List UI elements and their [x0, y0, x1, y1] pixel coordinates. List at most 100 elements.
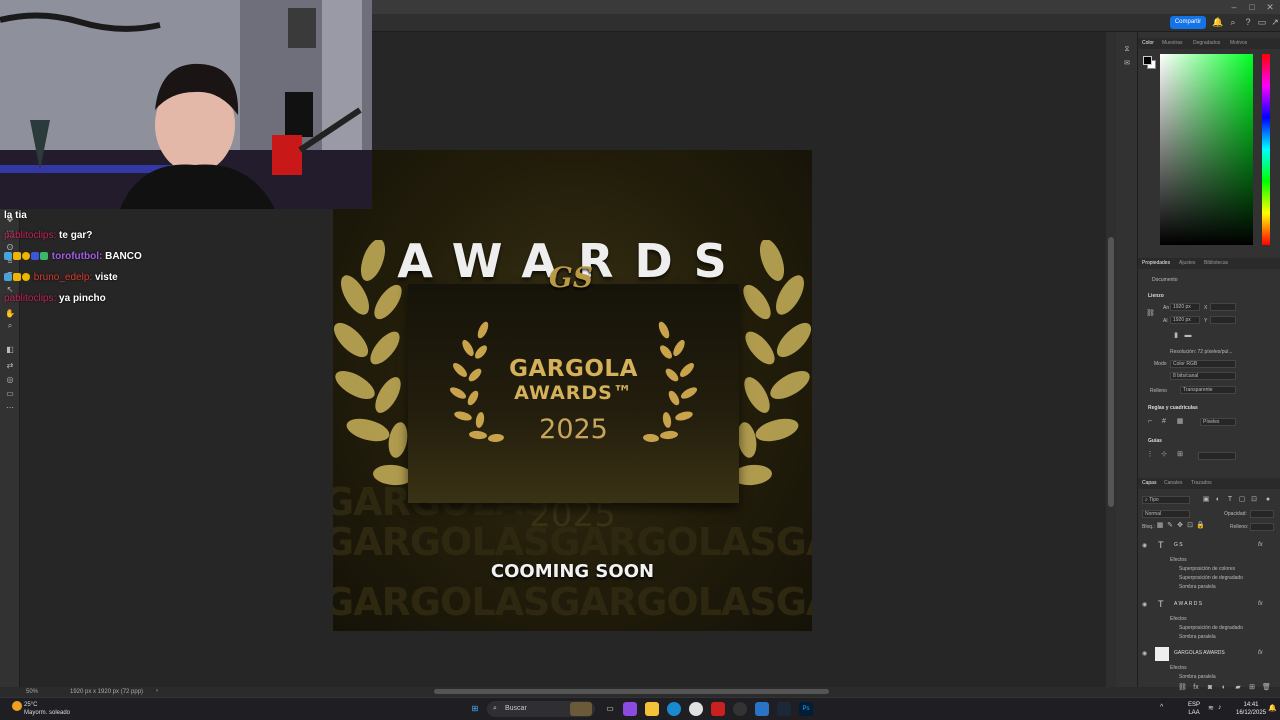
fx-icon[interactable]: fx — [1258, 542, 1263, 548]
minimize-icon[interactable]: – — [1228, 1, 1240, 13]
fx-icon[interactable]: fx — [1258, 650, 1263, 656]
effect-item[interactable]: Superposición de degradado — [1179, 625, 1243, 631]
group-icon[interactable]: ▰ — [1234, 684, 1242, 692]
grid-icon[interactable]: # — [1160, 418, 1168, 426]
network-icon[interactable]: ≋ — [1208, 704, 1214, 712]
mode-select[interactable]: Color RGB — [1170, 360, 1236, 368]
tray-chevron-icon[interactable]: ^ — [1160, 704, 1163, 711]
steam-icon[interactable] — [777, 702, 791, 716]
effects-label[interactable]: Efectos — [1170, 665, 1187, 671]
height-field[interactable]: 1920 px — [1170, 316, 1200, 324]
fx-icon[interactable]: fx — [1258, 601, 1263, 607]
lock-pixels-icon[interactable]: ▦ — [1156, 522, 1164, 530]
layer-row[interactable]: ◉ T A W A R D S fx — [1138, 599, 1272, 611]
effects-label[interactable]: Efectos — [1170, 557, 1187, 563]
windows-start-icon[interactable]: ⊞ — [468, 702, 482, 716]
eye-icon[interactable]: ◉ — [1142, 601, 1147, 608]
chevron-right-icon[interactable]: › — [156, 688, 158, 694]
workspace-icon[interactable]: ▭ — [1257, 17, 1267, 27]
blend-mode-select[interactable]: Normal — [1142, 510, 1190, 518]
weather-icon[interactable] — [12, 701, 22, 711]
extra-tools-icon[interactable]: ⋯ — [4, 403, 16, 413]
search-icon[interactable]: ⌕ — [1228, 17, 1238, 27]
filter-pixel-icon[interactable]: ▣ — [1202, 496, 1210, 504]
portrait-icon[interactable]: ▮ — [1172, 332, 1180, 340]
eye-icon[interactable]: ◉ — [1142, 650, 1147, 657]
filter-toggle-icon[interactable]: ● — [1264, 496, 1272, 504]
effect-item[interactable]: Superposición de colores — [1179, 566, 1235, 572]
effect-item[interactable]: Sombra paralela — [1179, 674, 1216, 680]
color-swatch-icon[interactable]: ◧ — [4, 345, 16, 355]
add-style-icon[interactable]: fx — [1192, 684, 1200, 692]
photoshop-icon[interactable]: Ps — [799, 702, 813, 716]
tab-libraries[interactable]: Bibliotecas — [1204, 260, 1228, 266]
tab-swatches[interactable]: Muestras — [1162, 40, 1183, 46]
rulers-section-title[interactable]: Reglas y cuadrículas — [1148, 405, 1198, 411]
tab-gradients[interactable]: Degradados — [1193, 40, 1220, 46]
guides-section-title[interactable]: Guías — [1148, 438, 1162, 444]
new-layer-icon[interactable]: ⊞ — [1248, 684, 1256, 692]
width-field[interactable]: 1920 px — [1170, 303, 1200, 311]
history-icon[interactable]: ⧖ — [1123, 46, 1131, 54]
eye-icon[interactable]: ◉ — [1142, 542, 1147, 549]
color-picker-field[interactable] — [1160, 54, 1253, 245]
filter-smart-icon[interactable]: ⊡ — [1250, 496, 1258, 504]
tab-adjustments[interactable]: Ajustes — [1179, 260, 1195, 266]
units-select[interactable]: Píxeles — [1200, 418, 1236, 426]
document-info[interactable]: 1920 px x 1920 px (72 ppp) — [70, 689, 143, 695]
trash-icon[interactable]: 🗑 — [1262, 684, 1271, 692]
filter-adjust-icon[interactable]: ◐ — [1214, 496, 1222, 504]
artboard[interactable]: GARGOLAS GARGOLASGARGOLASGAR GARGOLASGAR… — [333, 150, 812, 631]
zoom-level[interactable]: 50% — [26, 689, 38, 695]
tab-patterns[interactable]: Motivos — [1230, 40, 1247, 46]
guide-style-select[interactable] — [1198, 452, 1236, 460]
chrome-icon[interactable] — [689, 702, 703, 716]
quick-mask-icon[interactable]: ◎ — [4, 375, 16, 385]
hand-tool-icon[interactable]: ✋ — [4, 309, 16, 319]
lock-paint-icon[interactable]: ✎ — [1166, 522, 1174, 530]
link-layers-icon[interactable]: ⛓ — [1178, 684, 1187, 692]
pixel-grid-icon[interactable]: ▦ — [1176, 418, 1184, 426]
depth-select[interactable]: 8 bits/canal — [1170, 372, 1236, 380]
volume-icon[interactable]: ♪ — [1218, 704, 1222, 711]
share-button[interactable]: Compartir — [1170, 16, 1206, 29]
guides-icon[interactable]: ⋮ — [1146, 451, 1154, 459]
comments-icon[interactable]: ✉ — [1123, 60, 1131, 68]
landscape-icon[interactable]: ▬ — [1184, 332, 1192, 340]
fill-select[interactable]: Transparente — [1180, 386, 1236, 394]
x-field[interactable] — [1210, 303, 1236, 311]
bell-icon[interactable]: 🔔 — [1212, 17, 1223, 27]
link-icon[interactable]: ⛓ — [1146, 310, 1155, 318]
layer-name[interactable]: G S — [1174, 542, 1183, 548]
layer-row[interactable]: ◉ GARGOLAS AWARDS fx — [1138, 647, 1272, 661]
guide-layout-icon[interactable]: ⊹ — [1160, 451, 1168, 459]
streaming-icon[interactable] — [711, 702, 725, 716]
guide-new-icon[interactable]: ⊞ — [1176, 451, 1184, 459]
app-icon[interactable] — [623, 702, 637, 716]
app-icon[interactable] — [755, 702, 769, 716]
task-view-icon[interactable]: ▭ — [603, 702, 617, 716]
canvas-section-title[interactable]: Lienzo — [1148, 293, 1164, 299]
maximize-icon[interactable]: □ — [1246, 1, 1258, 13]
filter-text-icon[interactable]: T — [1226, 496, 1234, 504]
tab-layers[interactable]: Capas — [1142, 480, 1156, 486]
weather-widget[interactable]: 25°C Mayorm. soleado — [24, 701, 70, 717]
effect-item[interactable]: Sombra paralela — [1179, 634, 1216, 640]
effect-item[interactable]: Sombra paralela — [1179, 584, 1216, 590]
notification-icon[interactable]: 🔔 — [1268, 704, 1277, 712]
horizontal-scrollbar[interactable] — [180, 687, 1106, 697]
vertical-scrollbar[interactable] — [1106, 32, 1116, 687]
ruler-icon[interactable]: ⌐ — [1146, 418, 1154, 426]
tab-channels[interactable]: Canales — [1164, 480, 1182, 486]
effects-label[interactable]: Efectos — [1170, 616, 1187, 622]
help-icon[interactable]: ? — [1243, 17, 1253, 27]
edge-icon[interactable] — [667, 702, 681, 716]
hue-slider[interactable] — [1262, 54, 1270, 245]
share-icon[interactable]: ↗ — [1270, 17, 1280, 27]
layer-name[interactable]: GARGOLAS AWARDS — [1174, 650, 1225, 656]
layer-name[interactable]: A W A R D S — [1174, 601, 1202, 607]
lock-all-icon[interactable]: 🔒 — [1196, 522, 1205, 530]
layer-row[interactable]: ◉ T G S fx — [1138, 540, 1272, 552]
tab-properties[interactable]: Propiedades — [1142, 260, 1170, 266]
horizontal-scroll-thumb[interactable] — [434, 689, 829, 694]
